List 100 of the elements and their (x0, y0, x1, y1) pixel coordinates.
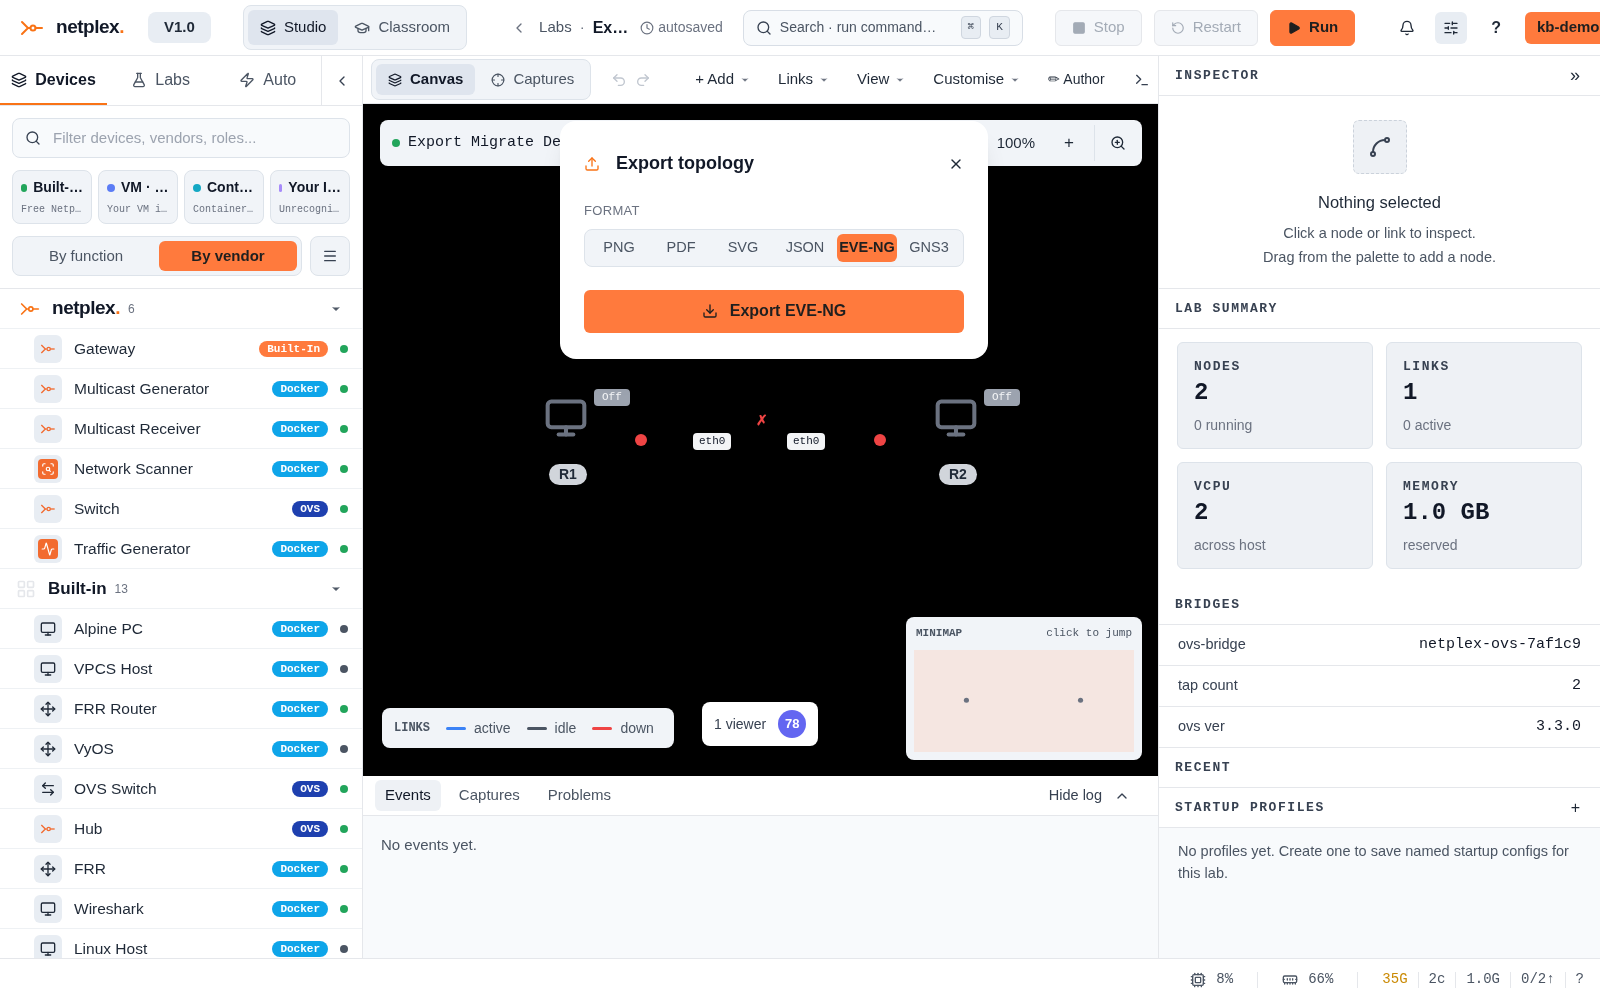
filter-field[interactable]: Filter devices, vendors, roles... (12, 118, 350, 158)
lab-name: Export Migrate De (408, 132, 562, 153)
node-icon[interactable] (934, 396, 978, 440)
format-option[interactable]: GNS3 (899, 233, 959, 262)
breadcrumb-link[interactable]: Labs (539, 16, 572, 39)
zoom-in-button[interactable]: + (1051, 130, 1087, 156)
view-tab[interactable]: Canvas (376, 64, 476, 95)
sidebar-tab[interactable]: Auto (214, 56, 322, 105)
format-option[interactable]: JSON (775, 233, 835, 262)
sidebar-tab[interactable]: Devices (0, 56, 108, 105)
toolbar-menu[interactable]: View (845, 68, 918, 91)
minimap-panel[interactable]: MINIMAP click to jump (906, 617, 1142, 760)
grouping-option[interactable]: By vendor (159, 241, 297, 271)
zoom-fit-icon[interactable] (1110, 135, 1126, 151)
device-row[interactable]: Multicast Receiver Docker (0, 409, 362, 449)
format-option[interactable]: PDF (651, 233, 711, 262)
node-icon[interactable] (544, 396, 588, 440)
source-card[interactable]: VM · … Your VM i… (98, 170, 178, 224)
device-row[interactable]: FRR Docker (0, 849, 362, 889)
stat-label: LINKS (1403, 358, 1451, 377)
device-row[interactable]: Traffic Generator Docker (0, 529, 362, 569)
log-tab[interactable]: Problems (537, 780, 622, 811)
format-option[interactable]: PNG (589, 233, 649, 262)
device-name: Gateway (74, 338, 136, 359)
save-status: autosaved (658, 18, 723, 37)
device-row[interactable]: OVS Switch OVS (0, 769, 362, 809)
stat-note: reserved (1403, 535, 1459, 555)
status-item: 0/2↑ (1521, 970, 1555, 989)
help-button[interactable]: ? (1491, 15, 1501, 40)
minimap-title: MINIMAP (916, 626, 963, 641)
status-item: 66% (1282, 969, 1334, 990)
link-icon (1352, 120, 1407, 174)
device-row[interactable]: Hub OVS (0, 809, 362, 849)
source-card[interactable]: Your I… Unrecogni… (270, 170, 350, 224)
toolbar-menu[interactable]: + Add (683, 68, 763, 91)
source-card[interactable]: Cont… Container… (184, 170, 264, 224)
device-row[interactable]: Wireshark Docker (0, 889, 362, 929)
format-option[interactable]: SVG (713, 233, 773, 262)
section-title: RECENT (1175, 759, 1232, 777)
runtime-badge: Docker (272, 380, 328, 397)
mode-tab[interactable]: Studio (247, 10, 339, 45)
viewers-label: 1 viewer (714, 714, 767, 734)
grouping-option[interactable]: By function (17, 241, 155, 271)
device-name: FRR (74, 858, 106, 879)
runtime-badge: Built-In (259, 340, 328, 357)
user-button[interactable]: kb-demo (1525, 11, 1600, 44)
command-search[interactable]: Search · run command… ⌘ K (742, 9, 1023, 46)
device-name: Network Scanner (74, 458, 193, 479)
bridge-value: netplex-ovs-7af1c9 (1418, 635, 1581, 655)
device-row[interactable]: Gateway Built-In (0, 329, 362, 369)
node-label[interactable]: R2 (939, 464, 977, 485)
source-card[interactable]: Built-… Free Netp… (12, 170, 92, 224)
device-row[interactable]: VyOS Docker (0, 729, 362, 769)
device-row[interactable]: Multicast Generator Docker (0, 369, 362, 409)
status-item: 1.0G (1466, 970, 1500, 989)
add-profile-button[interactable]: + (1570, 795, 1580, 820)
version-badge: V1.0 (148, 12, 211, 43)
format-option[interactable]: EVE-NG (837, 233, 897, 262)
runtime-badge: OVS (292, 500, 328, 517)
runtime-badge: Docker (272, 460, 328, 477)
bridge-key: ovs ver (1178, 716, 1225, 739)
author-button[interactable]: ✏ Author (1036, 69, 1117, 90)
menu-button[interactable] (310, 236, 350, 276)
group-header[interactable]: Built-in 13 (0, 569, 362, 609)
mode-tab[interactable]: Classroom (342, 10, 463, 45)
notifications-icon[interactable] (1399, 19, 1416, 36)
empty-hint: Drag from the palette to add a node. (1263, 247, 1496, 267)
device-name: Wireshark (74, 898, 144, 919)
log-tab[interactable]: Captures (448, 780, 530, 811)
toolbar-menu[interactable]: Customise (921, 68, 1033, 91)
device-row[interactable]: VPCS Host Docker (0, 649, 362, 689)
group-header[interactable]: netplex. 6 (0, 289, 362, 329)
export-icon (584, 155, 600, 172)
export-button[interactable]: Export EVE-NG (584, 289, 964, 333)
node-label[interactable]: R1 (549, 464, 587, 485)
bridge-key: ovs-bridge (1178, 634, 1246, 657)
source-title: Cont… (207, 178, 253, 197)
view-tab[interactable]: Captures (479, 64, 587, 95)
device-row[interactable]: FRR Router Docker (0, 689, 362, 729)
hide-log-button[interactable]: Hide log (1048, 784, 1130, 807)
switch-icon (34, 774, 62, 803)
port-label: eth0 (787, 433, 826, 450)
device-row[interactable]: Alpine PC Docker (0, 609, 362, 649)
settings-button[interactable] (1435, 11, 1468, 44)
device-row[interactable]: Network Scanner Docker (0, 449, 362, 489)
legend-label: active (474, 718, 511, 738)
section-title: LAB SUMMARY (1175, 300, 1278, 318)
device-name: Linux Host (74, 938, 148, 958)
layers-icon (259, 19, 276, 36)
toolbar-menu[interactable]: Links (766, 68, 842, 91)
device-row[interactable]: Switch OVS (0, 489, 362, 529)
runtime-badge: Docker (272, 740, 328, 757)
collapse-button[interactable]: » (1570, 62, 1580, 89)
logo-icon (34, 374, 62, 403)
log-tab[interactable]: Events (375, 780, 441, 811)
brand-name: netplex. (56, 15, 124, 40)
stop-icon (1071, 20, 1086, 35)
run-button[interactable]: Run (1270, 9, 1356, 46)
sidebar-tab[interactable]: Labs (107, 56, 215, 105)
sliders-icon (1443, 19, 1460, 36)
